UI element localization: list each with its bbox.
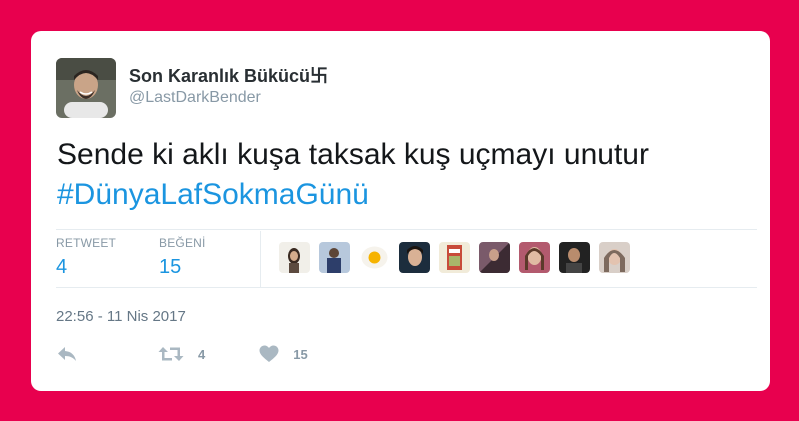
liker-avatar[interactable] (319, 242, 350, 273)
like-stat-label: BEĞENİ (159, 236, 206, 250)
liker-avatar[interactable] (399, 242, 430, 273)
reply-icon (56, 345, 78, 363)
tweet-timestamp[interactable]: 22:56 - 11 Nis 2017 (56, 308, 186, 325)
avatar[interactable] (56, 58, 116, 118)
like-button[interactable]: 15 (259, 345, 308, 363)
heart-icon (259, 345, 279, 363)
divider-bottom (56, 287, 757, 288)
stats-separator (260, 231, 261, 287)
liker-avatar[interactable] (599, 242, 630, 273)
hashtag-link[interactable]: #DünyaLafSokmaGünü (57, 175, 757, 215)
tweet-card: Son Karanlık Bükücü卐 @LastDarkBender Sen… (31, 31, 770, 391)
tweet-text: Sende ki aklı kuşa taksak kuş uçmayı unu… (57, 135, 757, 215)
retweet-icon (158, 345, 184, 363)
reply-button[interactable] (56, 345, 78, 363)
retweet-stat[interactable]: RETWEET 4 (56, 236, 116, 279)
retweet-stat-count: 4 (56, 256, 68, 278)
tweet-body: Sende ki aklı kuşa taksak kuş uçmayı unu… (57, 138, 649, 171)
retweet-action-count: 4 (198, 346, 206, 362)
author-handle[interactable]: @LastDarkBender (129, 89, 261, 107)
liker-avatar[interactable] (519, 242, 550, 273)
like-stat[interactable]: BEĞENİ 15 (159, 236, 206, 279)
like-stat-count: 15 (159, 256, 182, 278)
author-display-name[interactable]: Son Karanlık Bükücü卐 (129, 62, 328, 88)
retweet-stat-label: RETWEET (56, 236, 117, 250)
likers-avatars (279, 242, 630, 273)
like-action-count: 15 (293, 346, 308, 362)
divider-top (56, 229, 757, 230)
liker-avatar[interactable] (559, 242, 590, 273)
retweet-button[interactable]: 4 (158, 345, 205, 363)
liker-avatar[interactable] (279, 242, 310, 273)
liker-avatar[interactable] (439, 242, 470, 273)
action-bar: 4 15 (56, 345, 308, 363)
liker-avatar[interactable] (359, 242, 390, 273)
liker-avatar[interactable] (479, 242, 510, 273)
